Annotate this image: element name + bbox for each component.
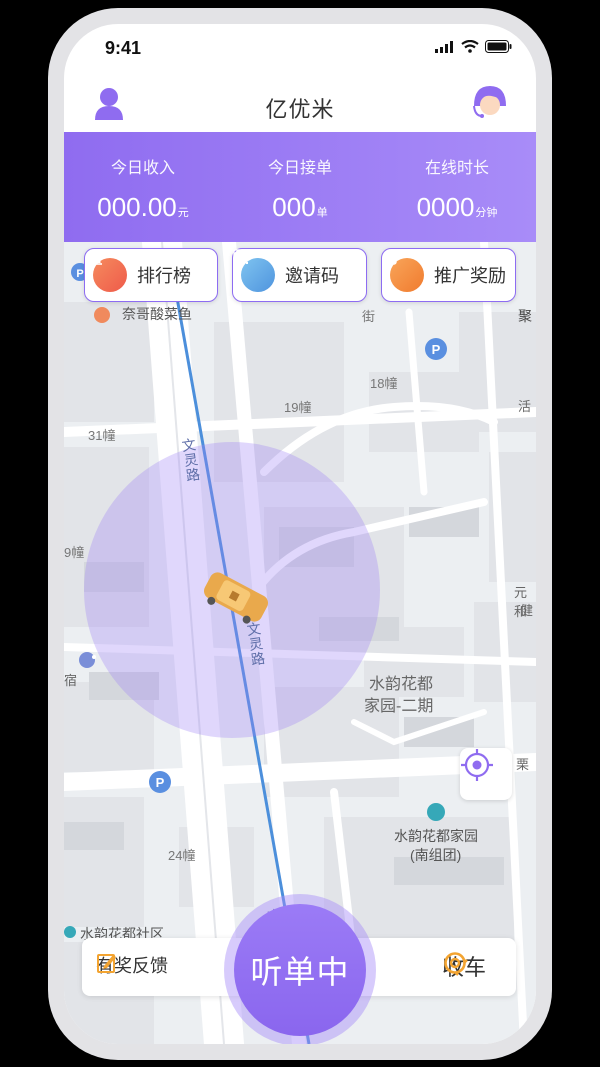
locate-icon — [461, 749, 493, 781]
locate-me-button[interactable] — [460, 748, 512, 800]
poi-label: (南组团) — [410, 847, 462, 863]
poi-label: 9幢 — [64, 545, 85, 560]
app-header: 亿优米 — [64, 84, 536, 132]
poi-label: 街 — [362, 309, 376, 324]
poi-label: 31幢 — [88, 428, 116, 443]
ranking-chart-icon — [86, 249, 127, 292]
close-shift-icon — [444, 952, 468, 976]
poi-label: 家园-二期 — [364, 698, 434, 715]
battery-icon — [485, 40, 512, 53]
poi-label: 健 — [520, 603, 534, 618]
poi-label: 水韵花都家园 — [394, 828, 478, 844]
poi-label: 聚 — [518, 308, 532, 324]
svg-text:P: P — [432, 342, 441, 357]
share-icon — [383, 249, 424, 292]
poi-label: 18幢 — [370, 376, 398, 391]
invite-code-button[interactable]: 邀请码 — [232, 248, 367, 302]
stat-orders: 今日接单 000单 — [221, 132, 379, 223]
svg-text:P: P — [76, 268, 83, 280]
poi-label: 栗 — [516, 757, 530, 772]
svg-text:P: P — [156, 775, 165, 790]
today-stats-panel: 今日收入 000.00元 今日接单 000单 在线时长 0000分钟 — [64, 132, 536, 242]
qr-code-icon — [233, 249, 275, 292]
status-time: 9:41 — [105, 38, 142, 58]
poi-label: 宿 — [64, 673, 78, 688]
stat-orders-value: 000单 — [272, 192, 328, 222]
stat-online-label: 在线时长 — [424, 160, 489, 177]
map-view[interactable]: P P P 奈哥酸菜鱼 18幢 19幢 31幢 文灵路 文灵路 9幢 水韵花都 … — [64, 242, 536, 1044]
poi-label: 奈哥酸菜鱼 — [122, 306, 192, 322]
stat-online-time: 在线时长 0000分钟 — [378, 132, 536, 223]
page-title: 亿优米 — [265, 97, 335, 122]
status-icons — [435, 40, 512, 53]
signal-icon — [435, 40, 453, 53]
edit-note-icon — [97, 954, 116, 973]
invite-code-label: 邀请码 — [285, 266, 339, 286]
promotion-reward-label: 推广奖励 — [434, 266, 506, 286]
close-shift-button[interactable]: 收车 — [442, 950, 486, 982]
poi-label: 活 — [518, 399, 532, 414]
ranking-label: 排行榜 — [137, 266, 191, 286]
app-screen: 9:41 亿优米 今日收入 000.00元 今日接单 000单 在线时长 000… — [64, 24, 536, 1044]
stat-income-label: 今日收入 — [110, 160, 175, 177]
poi-label: 水韵花都 — [369, 676, 434, 693]
promotion-reward-button[interactable]: 推广奖励 — [381, 248, 516, 302]
poi-label: 19幢 — [284, 400, 312, 415]
listening-label: 听单中 — [250, 954, 350, 990]
ranking-button[interactable]: 排行榜 — [84, 248, 218, 302]
stat-orders-label: 今日接单 — [267, 160, 332, 177]
poi-label: 24幢 — [168, 848, 196, 863]
feedback-button[interactable]: 有奖反馈 — [96, 952, 168, 978]
wifi-icon — [461, 40, 479, 53]
stat-income-value: 000.00元 — [97, 192, 189, 222]
stat-online-value: 0000分钟 — [416, 192, 498, 222]
customer-service-icon[interactable] — [468, 84, 512, 124]
stat-income: 今日收入 000.00元 — [64, 132, 222, 223]
listening-orders-button[interactable]: 听单中 — [234, 904, 366, 1036]
